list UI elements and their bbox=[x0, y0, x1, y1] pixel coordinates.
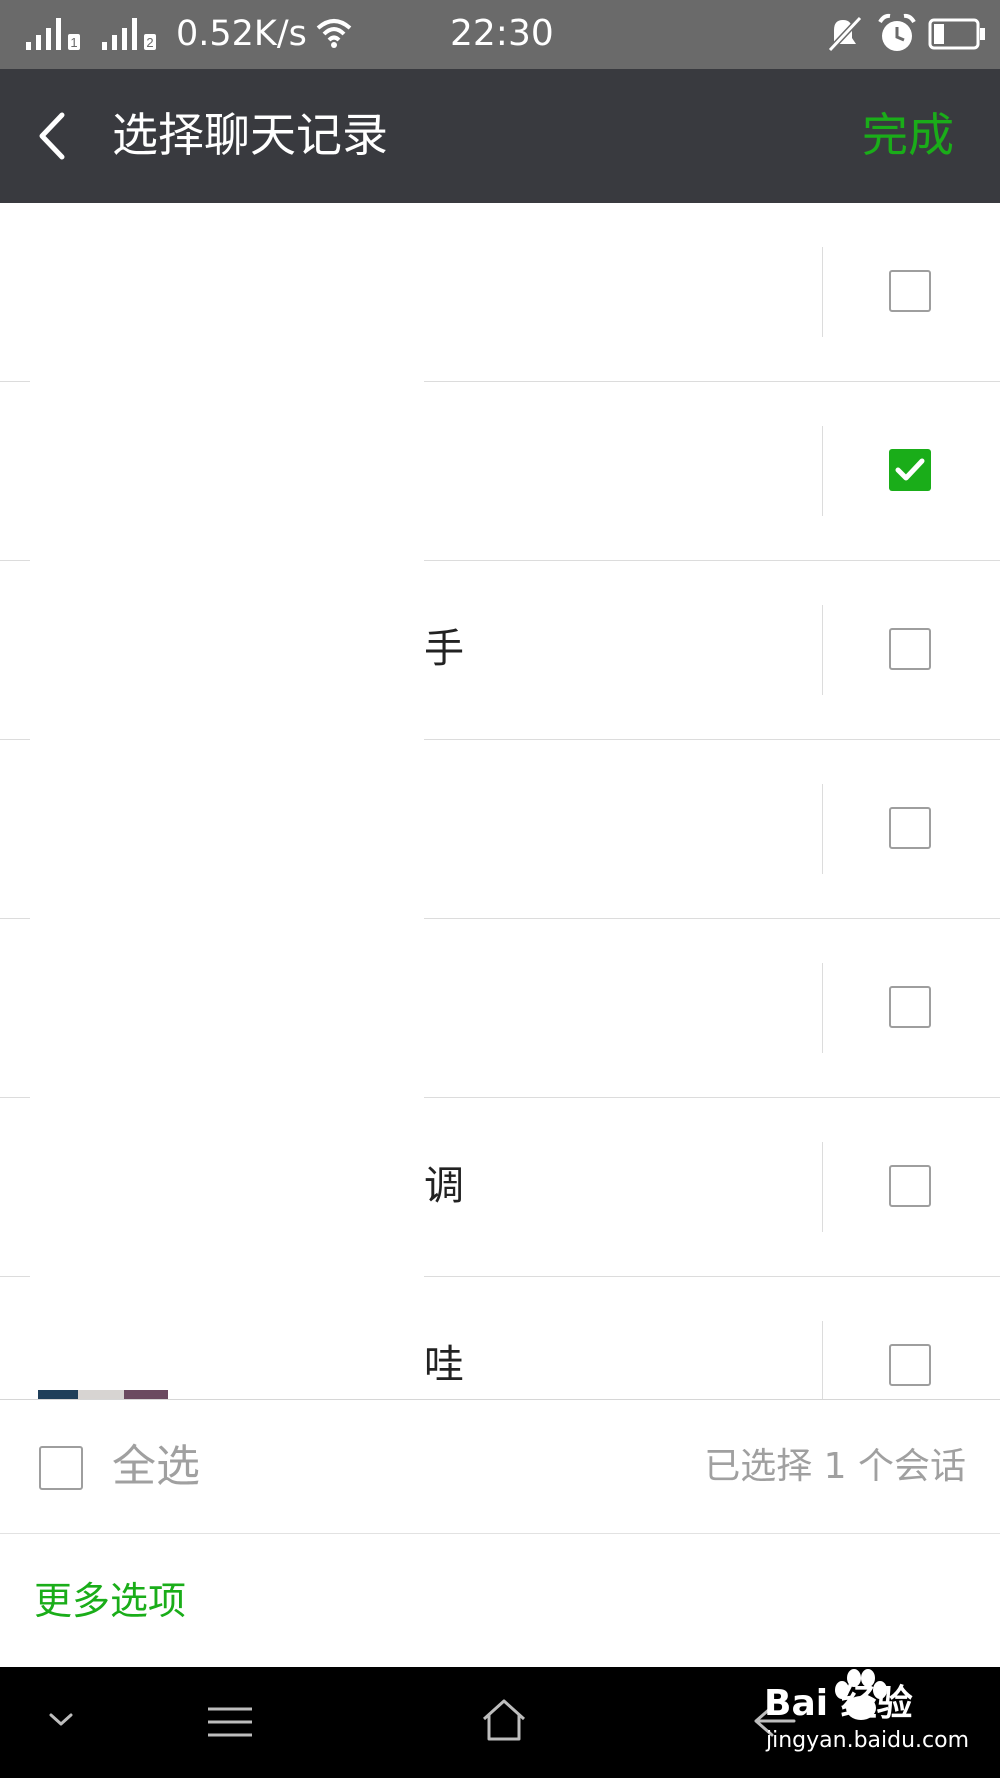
conversation-row[interactable]: 哇 bbox=[0, 1277, 1000, 1399]
home-icon[interactable] bbox=[480, 1697, 528, 1743]
selection-panel: 全选 已选择 1 个会话 更多选项 bbox=[0, 1399, 1000, 1667]
wifi-icon bbox=[316, 19, 352, 48]
conversation-row[interactable]: 调 bbox=[0, 1098, 1000, 1278]
conversation-name: 手 bbox=[424, 626, 464, 672]
conversation-checkbox[interactable] bbox=[889, 807, 931, 849]
page-title: 选择聊天记录 bbox=[112, 108, 388, 162]
network-speed: 0.52K/s bbox=[176, 14, 307, 54]
row-divider bbox=[822, 963, 823, 1053]
row-divider bbox=[822, 1142, 823, 1232]
conversation-checkbox[interactable] bbox=[889, 986, 931, 1028]
row-divider bbox=[822, 426, 823, 516]
mute-icon bbox=[827, 15, 863, 53]
conversation-row[interactable] bbox=[0, 203, 1000, 383]
conversation-checkbox-checked[interactable] bbox=[889, 449, 931, 491]
done-button[interactable]: 完成 bbox=[862, 107, 954, 163]
select-all-checkbox[interactable] bbox=[39, 1446, 83, 1490]
select-all-row[interactable]: 全选 已选择 1 个会话 bbox=[0, 1400, 1000, 1534]
conversation-list: 手 调 哇 bbox=[0, 203, 1000, 1399]
status-bar: 1 2 0.52K/s 22:30 bbox=[0, 0, 1000, 69]
avatar-thumbnail bbox=[38, 1390, 168, 1399]
row-divider bbox=[822, 247, 823, 337]
status-time: 22:30 bbox=[450, 13, 554, 54]
baidu-watermark: Bai 经验 jingyan.baidu.com bbox=[762, 1664, 982, 1764]
more-options-link[interactable]: 更多选项 bbox=[34, 1576, 186, 1626]
selected-count: 已选择 1 个会话 bbox=[704, 1446, 966, 1487]
panel-divider bbox=[0, 1533, 1000, 1534]
conversation-row[interactable] bbox=[0, 382, 1000, 562]
conversation-row[interactable] bbox=[0, 740, 1000, 920]
conversation-checkbox[interactable] bbox=[889, 1344, 931, 1386]
signal-1-icon: 1 bbox=[26, 18, 80, 50]
conversation-name: 调 bbox=[424, 1163, 464, 1209]
conversation-name: 哇 bbox=[424, 1342, 464, 1388]
conversation-row[interactable]: 手 bbox=[0, 561, 1000, 741]
watermark-brand: Bai 经验 bbox=[764, 1683, 913, 1724]
select-all-label[interactable]: 全选 bbox=[112, 1438, 200, 1496]
sim1-label: 1 bbox=[70, 35, 77, 50]
menu-icon[interactable] bbox=[206, 1705, 254, 1739]
row-divider bbox=[822, 784, 823, 874]
conversation-checkbox[interactable] bbox=[889, 270, 931, 312]
chevron-down-icon[interactable] bbox=[48, 1711, 74, 1729]
check-icon bbox=[895, 458, 925, 481]
sim2-label: 2 bbox=[146, 35, 153, 50]
title-bar: 选择聊天记录 完成 bbox=[0, 69, 1000, 203]
signal-2-icon: 2 bbox=[102, 18, 156, 50]
back-chevron-left-icon[interactable] bbox=[34, 109, 68, 165]
watermark-url: jingyan.baidu.com bbox=[766, 1728, 970, 1753]
row-divider bbox=[822, 1321, 823, 1399]
alarm-icon bbox=[878, 13, 916, 51]
conversation-checkbox[interactable] bbox=[889, 628, 931, 670]
conversation-checkbox[interactable] bbox=[889, 1165, 931, 1207]
row-divider bbox=[822, 605, 823, 695]
conversation-row[interactable] bbox=[0, 919, 1000, 1099]
battery-icon bbox=[928, 18, 985, 50]
